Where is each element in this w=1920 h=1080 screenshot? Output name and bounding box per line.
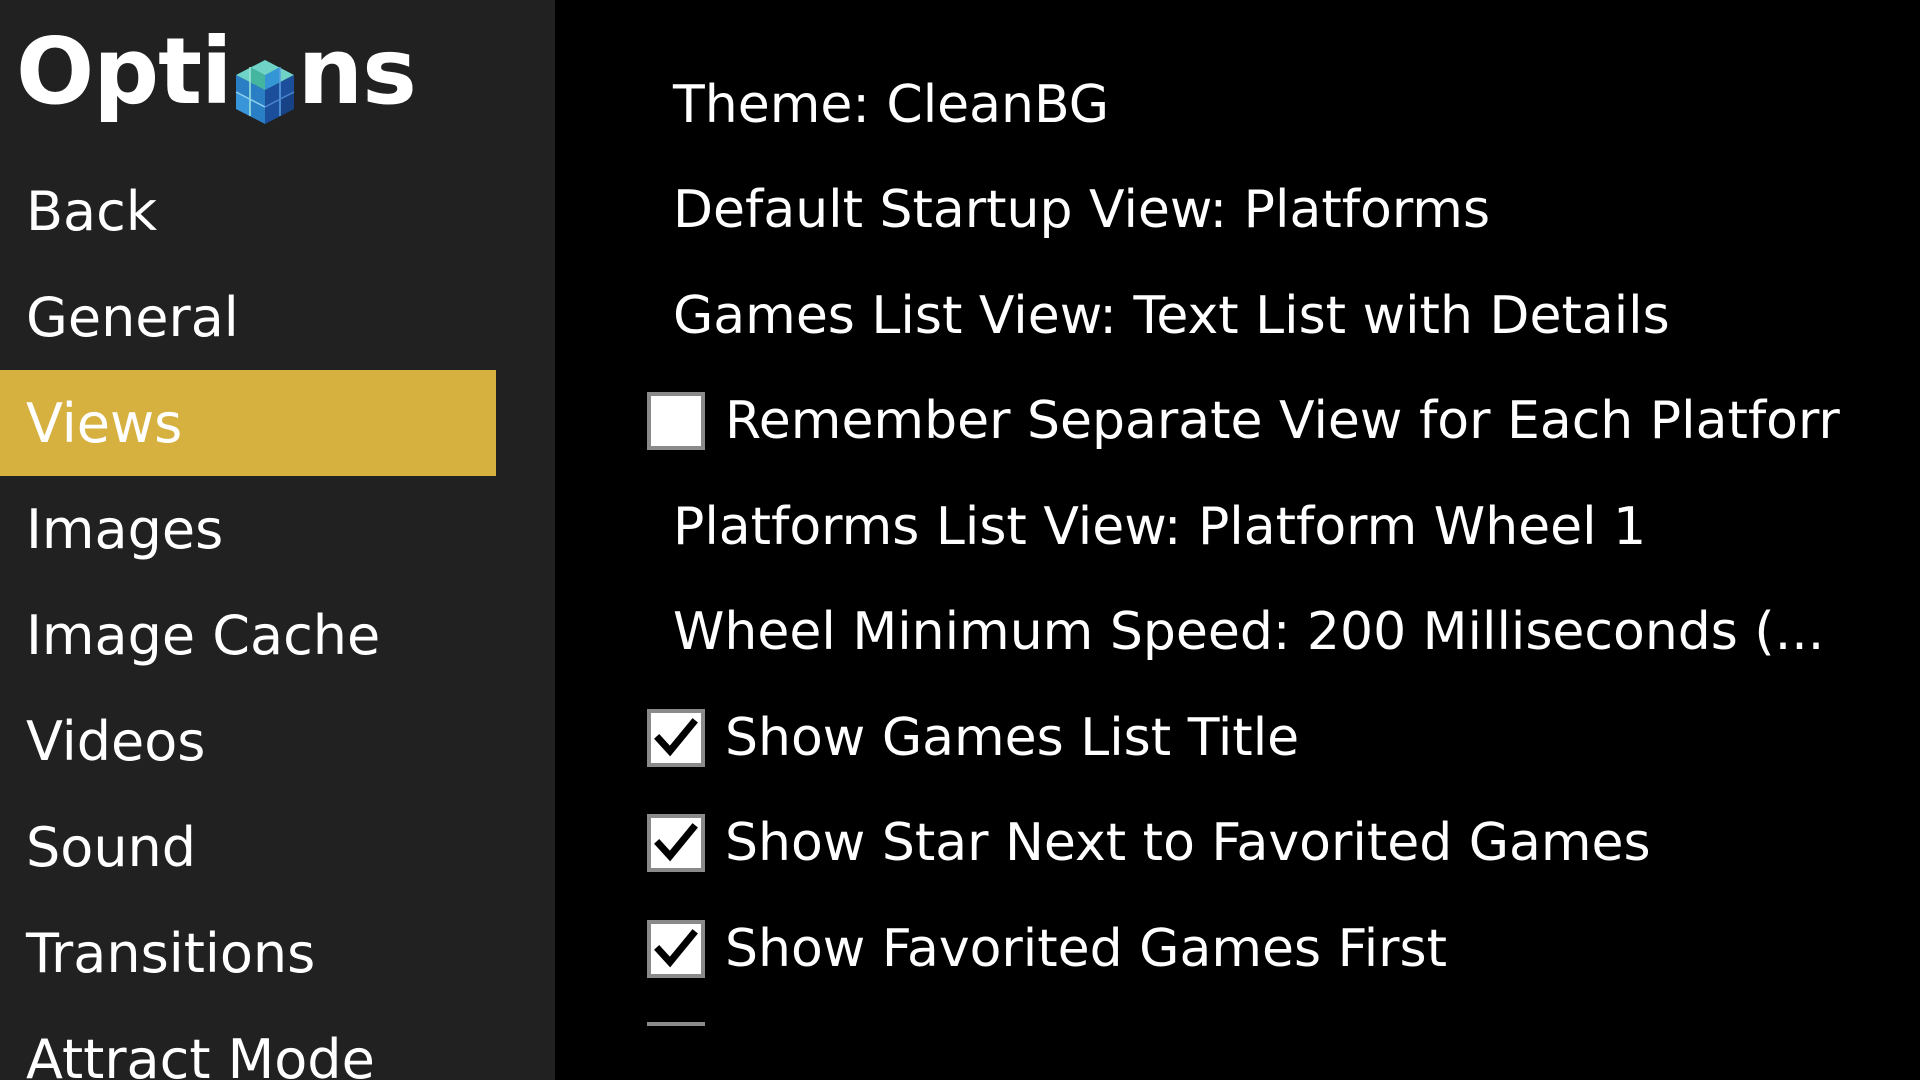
checkmark-icon xyxy=(654,717,698,757)
option-games-list-view[interactable]: Games List View: Text List with Details xyxy=(647,263,1857,369)
checkmark-icon xyxy=(654,928,698,968)
views-options-panel: Theme: CleanBG Default Startup View: Pla… xyxy=(555,0,1920,1080)
nav-item-sound[interactable]: Sound xyxy=(0,794,496,900)
next-partial-checkbox xyxy=(647,1021,705,1026)
option-theme[interactable]: Theme: CleanBG xyxy=(647,52,1857,158)
nav-item-general[interactable]: General xyxy=(0,264,496,370)
nav-item-back[interactable]: Back xyxy=(0,158,496,264)
option-remember-separate-view[interactable]: Remember Separate View for Each Platforr xyxy=(647,369,1857,475)
nav-item-images[interactable]: Images xyxy=(0,476,496,582)
show-star-favorited-checkbox[interactable] xyxy=(647,814,705,873)
options-nav: Back General Views Images Image Cache Vi… xyxy=(0,158,555,1080)
option-next-partial xyxy=(647,1002,1920,1026)
views-options-list: Theme: CleanBG Default Startup View: Pla… xyxy=(647,52,1920,1032)
nav-item-transitions[interactable]: Transitions xyxy=(0,900,496,1006)
option-theme-label: Theme: CleanBG xyxy=(673,74,1110,135)
logo-text-right: ns xyxy=(297,17,417,125)
logo-text-left: Opti xyxy=(16,17,233,125)
option-show-games-list-title[interactable]: Show Games List Title xyxy=(647,685,1857,791)
nav-item-views[interactable]: Views xyxy=(0,370,496,476)
option-games-list-view-label: Games List View: Text List with Details xyxy=(673,285,1670,346)
nav-item-attract-mode[interactable]: Attract Mode xyxy=(0,1006,496,1080)
option-platforms-list-view[interactable]: Platforms List View: Platform Wheel 1 xyxy=(647,474,1857,580)
option-wheel-minimum-speed-label: Wheel Minimum Speed: 200 Milliseconds (.… xyxy=(673,602,1825,663)
option-remember-separate-view-label: Remember Separate View for Each Platforr xyxy=(725,391,1840,452)
option-wheel-minimum-speed[interactable]: Wheel Minimum Speed: 200 Milliseconds (.… xyxy=(647,580,1857,686)
remember-separate-view-checkbox[interactable] xyxy=(647,392,705,451)
show-games-list-title-checkbox[interactable] xyxy=(647,708,705,767)
nav-item-image-cache[interactable]: Image Cache xyxy=(0,582,496,688)
option-platforms-list-view-label: Platforms List View: Platform Wheel 1 xyxy=(673,496,1647,557)
nav-item-videos[interactable]: Videos xyxy=(0,688,496,794)
option-default-startup-view-label: Default Startup View: Platforms xyxy=(673,180,1491,241)
show-favorited-first-checkbox[interactable] xyxy=(647,919,705,978)
option-next-partial-row xyxy=(647,1002,1857,1026)
option-show-favorited-first[interactable]: Show Favorited Games First xyxy=(647,896,1857,1002)
options-sidebar: Opti ns Back General Views Images Image … xyxy=(0,0,555,1080)
option-show-favorited-first-label: Show Favorited Games First xyxy=(725,918,1448,979)
option-default-startup-view[interactable]: Default Startup View: Platforms xyxy=(647,158,1857,264)
option-show-games-list-title-label: Show Games List Title xyxy=(725,707,1300,768)
options-logo: Opti ns xyxy=(16,16,417,126)
option-show-star-favorited-label: Show Star Next to Favorited Games xyxy=(725,813,1651,874)
cube-icon xyxy=(234,41,296,124)
option-show-star-favorited[interactable]: Show Star Next to Favorited Games xyxy=(647,791,1857,897)
checkmark-icon xyxy=(654,823,698,862)
